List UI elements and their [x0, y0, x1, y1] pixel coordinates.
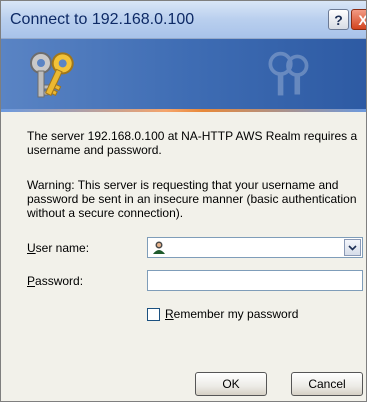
credentials-dialog: Connect to 192.168.0.100 ? X The server … — [0, 0, 367, 402]
user-avatar-icon — [153, 241, 165, 254]
password-label: Password: — [27, 274, 84, 288]
chevron-down-icon — [348, 244, 357, 251]
username-dropdown-button[interactable] — [344, 239, 361, 256]
ok-button[interactable]: OK — [195, 372, 267, 396]
security-warning: Warning: This server is requesting that … — [27, 178, 357, 220]
dialog-body: The server 192.168.0.100 at NA-HTTP AWS … — [1, 112, 366, 401]
close-button[interactable]: X — [351, 9, 366, 30]
keys-watermark-icon — [268, 51, 309, 96]
password-field[interactable] — [147, 270, 363, 291]
username-label: User name: — [27, 241, 90, 255]
username-combobox[interactable] — [147, 237, 363, 258]
help-button[interactable]: ? — [328, 9, 349, 30]
window-title: Connect to 192.168.0.100 — [10, 11, 195, 28]
remember-password-label: Remember my password — [165, 307, 299, 321]
title-bar[interactable]: Connect to 192.168.0.100 ? X — [1, 1, 366, 39]
keys-icon — [30, 52, 74, 98]
cancel-button[interactable]: Cancel — [291, 372, 363, 396]
remember-password-option[interactable]: Remember my password — [147, 307, 298, 321]
server-message: The server 192.168.0.100 at NA-HTTP AWS … — [27, 129, 358, 157]
dialog-banner — [1, 39, 366, 111]
remember-password-checkbox[interactable] — [147, 307, 160, 321]
